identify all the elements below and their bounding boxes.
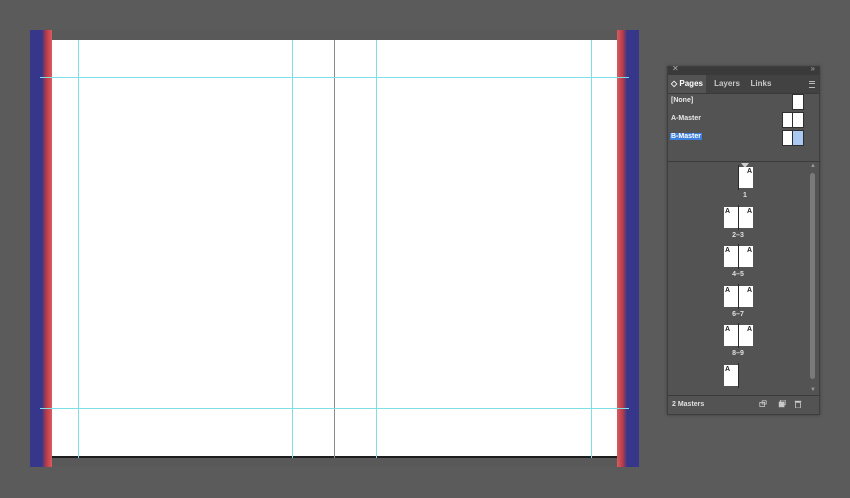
masters-section: [None] A-Master B-Master <box>668 94 819 160</box>
close-icon[interactable]: ✕ <box>672 64 679 73</box>
spread-label[interactable]: 2–3 <box>718 232 758 239</box>
scroll-up-icon[interactable]: ▲ <box>810 163 816 169</box>
margin-guide-left[interactable] <box>78 40 79 458</box>
master-thumbnail <box>792 94 804 110</box>
page-master-letter: A <box>725 366 731 373</box>
page-master-letter: A <box>725 247 731 254</box>
page-master-letter: A <box>746 247 752 254</box>
margin-guide-top[interactable] <box>40 77 629 78</box>
masters-count: 2 Masters <box>672 401 705 408</box>
new-page-icon[interactable] <box>778 400 786 408</box>
panel-menu-icon[interactable] <box>809 81 815 88</box>
tab-layers[interactable]: Layers <box>712 75 742 93</box>
page-master-letter: A <box>725 287 731 294</box>
page-thumbnail-1[interactable]: A <box>739 167 753 188</box>
scroll-down-icon[interactable]: ▼ <box>810 387 816 393</box>
page-thumbnail-2[interactable]: A <box>724 207 738 228</box>
pasteboard-bottom-strip <box>52 458 617 467</box>
spread-label[interactable]: 8–9 <box>718 350 758 357</box>
right-bleed <box>617 30 639 467</box>
page-thumbnail-8[interactable]: A <box>724 325 738 346</box>
scroll-thumb[interactable] <box>810 173 815 379</box>
tab-pages[interactable]: ◇ Pages <box>668 75 706 93</box>
spread-spine <box>334 40 335 458</box>
page-master-letter: A <box>746 326 752 333</box>
collapse-icon[interactable]: » <box>811 64 815 73</box>
tab-links[interactable]: Links <box>748 75 774 93</box>
page-thumbnail-10[interactable]: A <box>724 365 738 386</box>
document-spread[interactable] <box>30 30 639 467</box>
master-none[interactable]: [None] <box>668 94 819 110</box>
spread-label[interactable]: 4–5 <box>718 271 758 278</box>
master-a[interactable]: A-Master <box>668 112 819 128</box>
margin-guide-bottom[interactable] <box>40 408 629 409</box>
pasteboard-top-strip <box>52 30 617 40</box>
page-thumbnail-7[interactable]: A <box>739 286 753 307</box>
page-master-letter: A <box>725 208 731 215</box>
page-thumbnail-6[interactable]: A <box>724 286 738 307</box>
spread-label[interactable]: 6–7 <box>718 311 758 318</box>
pages-scrollbar[interactable]: ▲ ▼ <box>809 163 817 395</box>
page-master-letter: A <box>746 168 752 175</box>
panel-tabs: ◇ Pages Layers Links <box>668 75 819 94</box>
page-label[interactable]: 1 <box>725 192 765 199</box>
master-thumbnail-right <box>792 130 804 146</box>
page-thumbnail-3[interactable]: A <box>739 207 753 228</box>
left-bleed <box>30 30 52 467</box>
page-thumbnail-9[interactable]: A <box>739 325 753 346</box>
margin-guide-right[interactable] <box>591 40 592 458</box>
panel-footer: 2 Masters <box>668 395 819 414</box>
margin-guide-left-page-inner[interactable] <box>292 40 293 458</box>
master-b[interactable]: B-Master <box>668 130 819 146</box>
pages-panel: ✕ » ◇ Pages Layers Links [None] A-Master… <box>667 64 820 415</box>
section-divider[interactable] <box>668 161 819 162</box>
trash-icon[interactable] <box>794 400 802 408</box>
master-label: A-Master <box>671 115 701 122</box>
page-thumbnail-4[interactable]: A <box>724 246 738 267</box>
master-label: [None] <box>671 97 694 104</box>
edit-page-size-icon[interactable] <box>759 400 767 408</box>
master-label: B-Master <box>670 133 702 140</box>
page-master-letter: A <box>746 287 752 294</box>
margin-guide-right-page-inner[interactable] <box>376 40 377 458</box>
page-thumbnail-5[interactable]: A <box>739 246 753 267</box>
page-master-letter: A <box>746 208 752 215</box>
pages-section: A 1 A A 2–3 A A 4–5 A A 6–7 A A 8–9 A <box>668 163 808 395</box>
panel-title-bar[interactable]: ✕ » <box>668 64 819 75</box>
spine-marker <box>738 363 739 388</box>
master-thumbnail-right <box>792 112 804 128</box>
page-master-letter: A <box>725 326 731 333</box>
